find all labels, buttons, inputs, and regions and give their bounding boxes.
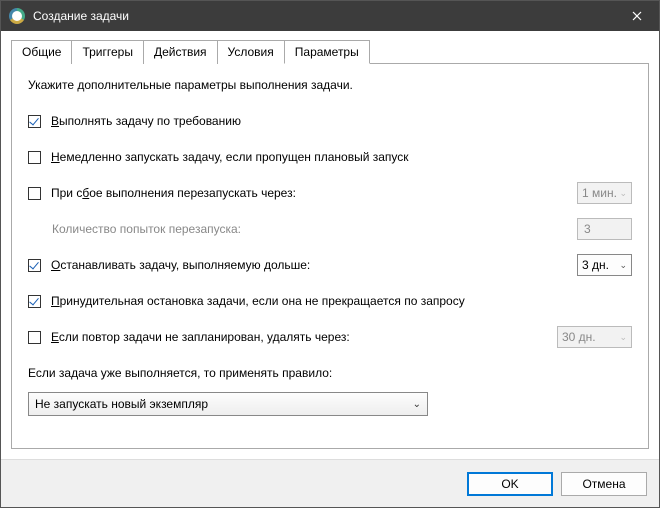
- tab-actions[interactable]: Действия: [143, 40, 218, 64]
- label-allow-demand: Выполнять задачу по требованию: [51, 114, 241, 128]
- combo-delete-after-value: 30 дн.: [562, 330, 596, 344]
- chevron-down-icon: ⌄: [413, 399, 421, 410]
- close-icon: [632, 11, 642, 21]
- combo-restart-interval-value: 1 мин.: [582, 186, 617, 200]
- label-restart-on-fail: При сбое выполнения перезапускать через:: [51, 186, 296, 200]
- row-force-stop: Принудительная остановка задачи, если он…: [28, 290, 632, 312]
- dialog-window: Создание задачи Общие Триггеры Действия …: [0, 0, 660, 508]
- ok-button[interactable]: OK: [467, 472, 553, 496]
- client-area: Общие Триггеры Действия Условия Параметр…: [1, 31, 659, 459]
- combo-stop-longer[interactable]: 3 дн. ⌄: [577, 254, 632, 276]
- chevron-down-icon: ⌄: [619, 332, 627, 343]
- label-delete-after: Если повтор задачи не запланирован, удал…: [51, 330, 350, 344]
- chevron-down-icon: ⌄: [619, 188, 627, 199]
- row-restart-count: Количество попыток перезапуска: 3: [28, 218, 632, 240]
- row-stop-longer: Останавливать задачу, выполняемую дольше…: [28, 254, 632, 276]
- label-run-missed: Немедленно запускать задачу, если пропущ…: [51, 150, 409, 164]
- row-delete-after: Если повтор задачи не запланирован, удал…: [28, 326, 632, 348]
- tab-settings[interactable]: Параметры: [284, 40, 370, 64]
- checkbox-run-missed[interactable]: [28, 151, 41, 164]
- task-scheduler-icon: [9, 8, 25, 24]
- row-run-missed: Немедленно запускать задачу, если пропущ…: [28, 146, 632, 168]
- settings-panel: Укажите дополнительные параметры выполне…: [11, 63, 649, 449]
- combo-delete-after: 30 дн. ⌄: [557, 326, 632, 348]
- cancel-button[interactable]: Отмена: [561, 472, 647, 496]
- label-rule: Если задача уже выполняется, то применят…: [28, 366, 632, 380]
- tab-general[interactable]: Общие: [11, 40, 72, 64]
- label-force-stop: Принудительная остановка задачи, если он…: [51, 294, 465, 308]
- tab-conditions[interactable]: Условия: [217, 40, 285, 64]
- close-button[interactable]: [614, 1, 659, 31]
- input-restart-count: 3: [577, 218, 632, 240]
- checkbox-stop-longer[interactable]: [28, 259, 41, 272]
- row-allow-demand: Выполнять задачу по требованию: [28, 110, 632, 132]
- combo-instance-rule[interactable]: Не запускать новый экземпляр ⌄: [28, 392, 428, 416]
- label-restart-count: Количество попыток перезапуска:: [52, 222, 241, 236]
- row-restart-on-fail: При сбое выполнения перезапускать через:…: [28, 182, 632, 204]
- tab-strip: Общие Триггеры Действия Условия Параметр…: [11, 39, 649, 63]
- combo-restart-interval: 1 мин. ⌄: [577, 182, 632, 204]
- chevron-down-icon: ⌄: [619, 260, 627, 271]
- label-stop-longer: Останавливать задачу, выполняемую дольше…: [51, 258, 310, 272]
- window-title: Создание задачи: [33, 9, 614, 23]
- dialog-footer: OK Отмена: [1, 459, 659, 507]
- checkbox-allow-demand[interactable]: [28, 115, 41, 128]
- combo-stop-longer-value: 3 дн.: [582, 258, 609, 272]
- checkbox-delete-after[interactable]: [28, 331, 41, 344]
- tab-triggers[interactable]: Триггеры: [71, 40, 144, 64]
- checkbox-restart-on-fail[interactable]: [28, 187, 41, 200]
- combo-instance-rule-value: Не запускать новый экземпляр: [35, 397, 208, 411]
- titlebar: Создание задачи: [1, 1, 659, 31]
- checkbox-force-stop[interactable]: [28, 295, 41, 308]
- intro-text: Укажите дополнительные параметры выполне…: [28, 78, 632, 92]
